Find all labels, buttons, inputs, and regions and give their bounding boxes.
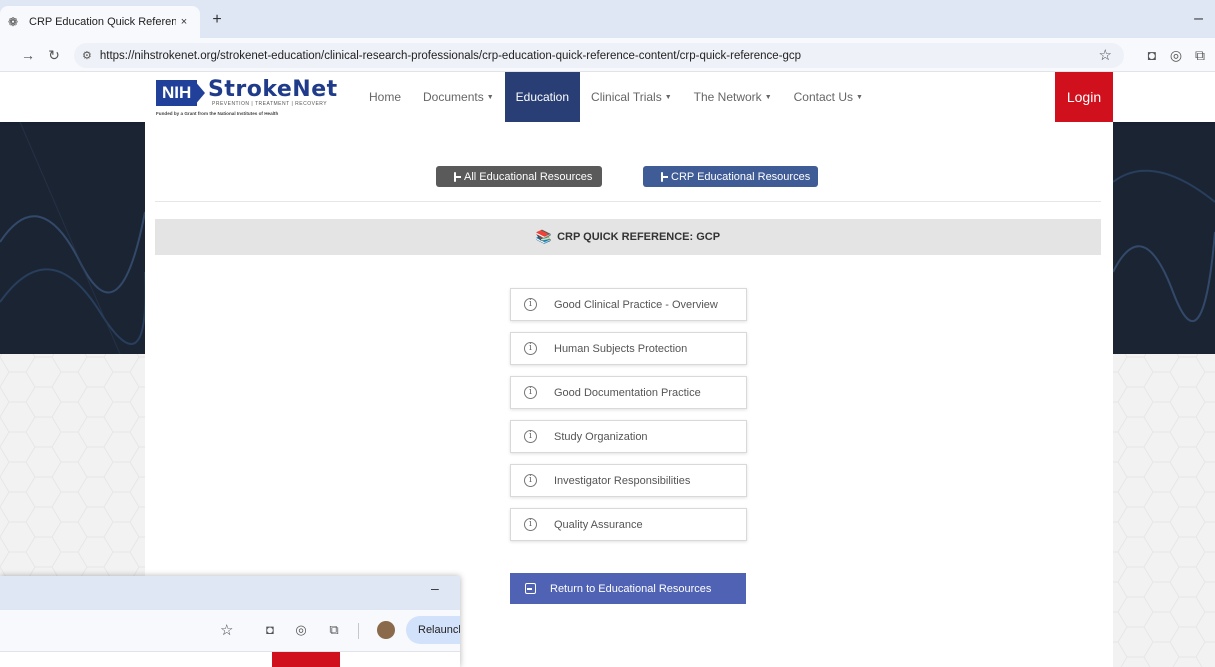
tab-title: CRP Education Quick Reference [29,16,176,28]
lens-icon[interactable]: ◎ [1166,45,1186,65]
list-item-study-organization[interactable]: i Study Organization [510,420,747,453]
window-minimize-button[interactable]: – [431,580,439,596]
nav-documents[interactable]: Documents ▼ [412,72,505,122]
reload-icon[interactable]: ↻ [44,45,64,65]
books-icon: 📚 [535,229,553,244]
caret-down-icon: ▼ [486,93,494,101]
quick-reference-list: i Good Clinical Practice - Overview i Hu… [510,288,747,552]
puzzle-extensions-icon[interactable]: ⧉ [326,622,342,638]
section-title: CRP QUICK REFERENCE: GCP [557,231,721,243]
info-icon: i [524,430,537,443]
strokenet-logo[interactable]: NIH StrokeNet PREVENTION | TREATMENT | R… [156,77,346,119]
address-bar[interactable]: ⚙ https://nihstrokenet.org/strokenet-edu… [74,43,1124,68]
extension-icon[interactable]: ◘ [1142,45,1162,65]
return-to-resources-button[interactable]: Return to Educational Resources [510,573,746,604]
crp-educational-resources-label: CRP Educational Resources [671,170,811,183]
all-educational-resources-label: All Educational Resources [464,170,593,183]
caret-down-icon: ▼ [664,93,672,101]
bookmark-star-icon[interactable]: ☆ [220,621,233,639]
second-window-login-fragment [272,652,340,667]
back-arrow-box-icon [661,171,668,182]
site-info-icon[interactable]: ⚙ [82,49,92,62]
list-item-quality-assurance[interactable]: i Quality Assurance [510,508,747,541]
logo-tagline: PREVENTION | TREATMENT | RECOVERY [212,101,328,107]
caret-down-icon: ▼ [764,93,772,101]
section-title-bar: 📚 CRP QUICK REFERENCE: GCP [155,219,1101,255]
puzzle-extensions-icon[interactable]: ⧉ [1190,45,1210,65]
info-icon: i [524,342,537,355]
all-educational-resources-button[interactable]: All Educational Resources [436,166,602,187]
url-text: https://nihstrokenet.org/strokenet-educa… [99,49,802,62]
tab-close-icon[interactable]: × [176,16,192,28]
nav-home-label: Home [369,90,402,104]
nav-clinical-trials-label: Clinical Trials [591,90,662,104]
nav-education[interactable]: Education [504,72,581,122]
profile-avatar[interactable] [377,621,395,639]
nav-education-label: Education [515,90,570,104]
return-to-resources-label: Return to Educational Resources [550,582,712,595]
nav-the-network[interactable]: The Network ▼ [683,72,783,122]
list-item-investigator[interactable]: i Investigator Responsibilities [510,464,747,497]
site-favicon-icon: ❁ [8,15,19,29]
second-window-toolbar: ☆ ◘ ◎ ⧉ Relaunch [0,610,460,652]
nav-contact-us[interactable]: Contact Us ▼ [783,72,874,122]
second-browser-window[interactable]: – ☆ ◘ ◎ ⧉ Relaunch [0,576,460,667]
logo-nih-mark: NIH [156,80,198,106]
main-nav: Home Documents ▼ Education Clinical Trial… [358,72,874,122]
info-icon: i [524,386,537,399]
login-button[interactable]: Login [1055,72,1113,122]
new-tab-button[interactable]: + [206,9,228,31]
relaunch-button[interactable]: Relaunch [406,616,460,644]
site-header: NIH StrokeNet PREVENTION | TREATMENT | R… [0,72,1215,122]
list-item-label: Study Organization [554,430,648,443]
list-item-gcp-overview[interactable]: i Good Clinical Practice - Overview [510,288,747,321]
second-window-page-strip [0,652,460,667]
list-item-human-subjects[interactable]: i Human Subjects Protection [510,332,747,365]
list-item-label: Good Clinical Practice - Overview [554,298,718,311]
lens-icon[interactable]: ◎ [293,622,309,638]
info-icon: i [524,474,537,487]
list-item-label: Investigator Responsibilities [554,474,691,487]
info-icon: i [524,298,537,311]
back-arrow-box-icon [454,171,461,182]
browser-toolbar: → ↻ ⚙ https://nihstrokenet.org/strokenet… [0,38,1215,72]
nav-home[interactable]: Home [358,72,412,122]
window-minimize-button[interactable]: – [1194,10,1203,28]
logo-funding-note: Funded by a Grant from the National Inst… [156,111,279,116]
section-divider [155,201,1101,202]
extension-icon[interactable]: ◘ [262,622,278,637]
list-item-label: Good Documentation Practice [554,386,701,399]
logo-arrow-shape [194,80,205,106]
forward-icon[interactable]: → [18,45,38,65]
bookmark-star-icon[interactable]: ☆ [1099,46,1112,64]
browser-tab-strip: ❁ CRP Education Quick Reference × + – [0,0,1215,38]
nav-clinical-trials[interactable]: Clinical Trials ▼ [580,72,683,122]
decorative-dark-band-right [1113,122,1215,354]
decorative-dark-band-left [0,122,145,354]
caret-down-icon: ▼ [855,93,863,101]
nav-documents-label: Documents [423,90,484,104]
nav-the-network-label: The Network [693,90,762,104]
nav-contact-us-label: Contact Us [793,90,853,104]
back-arrow-box-icon [525,583,536,594]
list-item-label: Quality Assurance [554,518,643,531]
list-item-label: Human Subjects Protection [554,342,688,355]
browser-tab-active[interactable]: ❁ CRP Education Quick Reference × [0,6,200,38]
crp-educational-resources-button[interactable]: CRP Educational Resources [643,166,818,187]
toolbar-separator [358,623,359,639]
info-icon: i [524,518,537,531]
list-item-documentation[interactable]: i Good Documentation Practice [510,376,747,409]
logo-wordmark: StrokeNet [208,77,338,102]
